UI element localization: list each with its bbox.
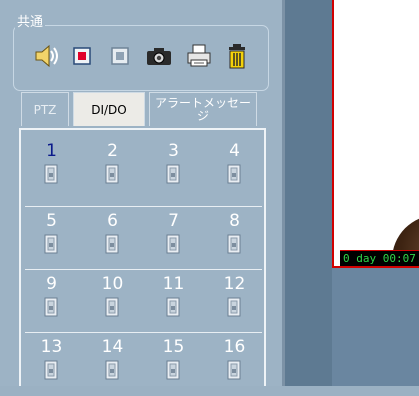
- switch-icon: [166, 234, 180, 258]
- record-stop-icon: [111, 47, 129, 65]
- io-channel-16[interactable]: 16: [204, 332, 265, 396]
- switch-icon: [227, 297, 241, 321]
- io-channel-14[interactable]: 14: [82, 332, 143, 396]
- io-channel-9[interactable]: 9: [21, 269, 82, 333]
- trash-icon: [229, 44, 245, 69]
- io-channel-grid: 1 2 3 4 5 6 7 8 9 10 11 12 13 14 15 16: [19, 128, 266, 386]
- switch-icon: [227, 360, 241, 384]
- io-channel-number: 11: [162, 274, 185, 294]
- io-channel-5[interactable]: 5: [21, 206, 82, 270]
- io-channel-11[interactable]: 11: [143, 269, 204, 333]
- switch-icon: [166, 164, 180, 188]
- io-channel-1[interactable]: 1: [21, 136, 82, 200]
- speaker-button[interactable]: [31, 43, 61, 69]
- tab-alert-message[interactable]: アラートメッセージ: [149, 92, 257, 126]
- io-channel-number: 7: [168, 211, 179, 231]
- io-channel-number: 4: [229, 141, 240, 161]
- video-area-lower: [332, 268, 419, 386]
- switch-icon: [105, 360, 119, 384]
- tab-ptz-label: PTZ: [33, 102, 57, 117]
- switch-icon: [44, 234, 58, 258]
- tab-dido[interactable]: DI/DO: [73, 92, 145, 126]
- io-channel-number: 16: [223, 337, 246, 357]
- io-channel-2[interactable]: 2: [82, 136, 143, 200]
- record-start-button[interactable]: [70, 43, 94, 69]
- record-start-icon: [73, 47, 91, 65]
- io-channel-number: 13: [40, 337, 63, 357]
- video-timer-bar: 0 day 00:07: [340, 250, 419, 266]
- io-channel-number: 1: [46, 141, 57, 161]
- io-channel-13[interactable]: 13: [21, 332, 82, 396]
- io-channel-number: 8: [229, 211, 240, 231]
- video-timer-text: 0 day 00:07: [343, 252, 416, 265]
- io-channel-number: 10: [101, 274, 124, 294]
- io-channel-number: 3: [168, 141, 179, 161]
- video-view[interactable]: [332, 0, 419, 268]
- io-channel-number: 12: [223, 274, 246, 294]
- io-channel-number: 14: [101, 337, 124, 357]
- io-channel-6[interactable]: 6: [82, 206, 143, 270]
- snapshot-button[interactable]: [144, 43, 174, 69]
- switch-icon: [227, 234, 241, 258]
- io-channel-8[interactable]: 8: [204, 206, 265, 270]
- printer-icon: [187, 44, 211, 67]
- switch-icon: [105, 164, 119, 188]
- switch-icon: [44, 164, 58, 188]
- control-panel: 共通 PTZ DI/DO アラートメッセージ 1 2 3 4 5 6 7 8 9…: [0, 0, 282, 386]
- tab-alert-message-label: アラートメッセージ: [154, 95, 251, 123]
- record-stop-button[interactable]: [108, 43, 132, 69]
- io-channel-15[interactable]: 15: [143, 332, 204, 396]
- switch-icon: [166, 297, 180, 321]
- switch-icon: [105, 234, 119, 258]
- speaker-icon: [35, 44, 58, 68]
- io-channel-3[interactable]: 3: [143, 136, 204, 200]
- io-channel-number: 2: [107, 141, 118, 161]
- tab-dido-label: DI/DO: [91, 102, 127, 117]
- camera-snapshot-icon: [147, 48, 171, 65]
- video-area-background: [285, 0, 332, 386]
- switch-icon: [44, 297, 58, 321]
- io-channel-number: 5: [46, 211, 57, 231]
- io-channel-7[interactable]: 7: [143, 206, 204, 270]
- io-channel-number: 15: [162, 337, 185, 357]
- io-channel-12[interactable]: 12: [204, 269, 265, 333]
- io-channel-10[interactable]: 10: [82, 269, 143, 333]
- common-group-label: 共通: [15, 15, 46, 31]
- io-channel-4[interactable]: 4: [204, 136, 265, 200]
- io-channel-number: 6: [107, 211, 118, 231]
- io-channel-number: 9: [46, 274, 57, 294]
- switch-icon: [227, 164, 241, 188]
- switch-icon: [166, 360, 180, 384]
- delete-button[interactable]: [224, 43, 250, 69]
- tab-ptz[interactable]: PTZ: [21, 92, 69, 126]
- print-button[interactable]: [184, 43, 214, 69]
- switch-icon: [105, 297, 119, 321]
- switch-icon: [44, 360, 58, 384]
